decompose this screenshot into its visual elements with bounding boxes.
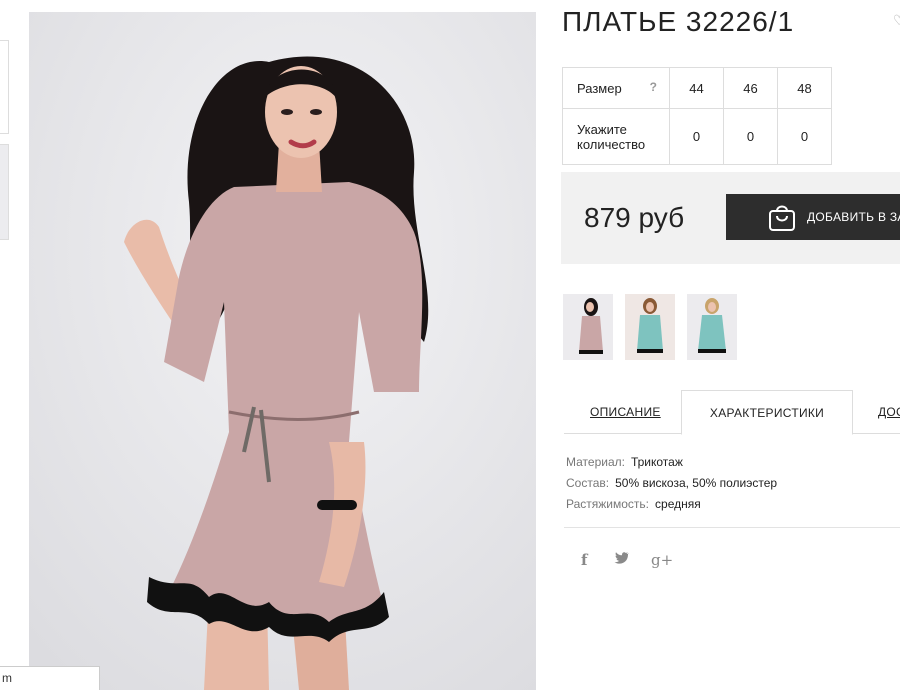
main-product-photo[interactable] — [29, 12, 536, 690]
size-44: 44 — [669, 67, 724, 109]
left-thumbnail-strip — [0, 40, 9, 240]
quantity-input-46[interactable]: 0 — [723, 108, 778, 165]
add-to-order-label: ДОБАВИТЬ В ЗАКАЗ — [807, 210, 900, 224]
size-row: Размер ? 44 46 48 — [562, 67, 832, 109]
buy-box: 879 руб ДОБАВИТЬ В ЗАКАЗ — [561, 172, 900, 264]
quantity-label-cell: Укажите количество — [562, 108, 670, 165]
spec-stretch: Растяжимость: средняя — [566, 494, 777, 515]
color-thumbnail-mint-2[interactable] — [687, 294, 737, 360]
social-divider — [564, 527, 900, 528]
tab-characteristics[interactable]: ХАРАКТЕРИСТИКИ — [681, 390, 853, 435]
color-thumbnail-mint-1[interactable] — [625, 294, 675, 360]
twitter-bird-shape — [614, 552, 629, 564]
shopping-bag-icon — [769, 205, 795, 231]
spec-material: Материал: Трикотаж — [566, 452, 777, 473]
size-46: 46 — [723, 67, 778, 109]
left-thumbnail-2[interactable] — [0, 144, 9, 240]
wishlist-icon[interactable]: ♡ — [893, 12, 900, 29]
quantity-row: Укажите количество 0 0 0 — [562, 108, 832, 165]
thumbnail-image — [687, 294, 737, 360]
product-tabs: ОПИСАНИЕ ХАРАКТЕРИСТИКИ ДОСТАВКА — [564, 390, 900, 435]
add-to-order-button[interactable]: ДОБАВИТЬ В ЗАКАЗ — [726, 194, 900, 240]
characteristics-list: Материал: Трикотаж Состав: 50% вискоза, 50… — [566, 452, 777, 515]
size-48: 48 — [777, 67, 832, 109]
size-label: Размер — [577, 80, 622, 96]
spec-value: средняя — [655, 497, 701, 511]
size-help-icon[interactable]: ? — [650, 80, 657, 94]
size-label-cell: Размер ? — [562, 67, 670, 109]
spec-key: Состав: — [566, 476, 610, 490]
quantity-label-line1: Укажите — [577, 121, 627, 137]
status-bar-text: m — [2, 671, 12, 685]
quantity-input-44[interactable]: 0 — [669, 108, 724, 165]
spec-key: Материал: — [566, 455, 625, 469]
browser-status-bar: m — [0, 666, 100, 690]
quantity-label-line2: количество — [577, 136, 646, 152]
spec-composition: Состав: 50% вискоза, 50% полиэстер — [566, 473, 777, 494]
spec-value: 50% вискоза, 50% полиэстер — [615, 476, 778, 490]
thumbnail-image — [563, 294, 613, 360]
twitter-icon[interactable] — [614, 551, 630, 569]
google-plus-icon[interactable]: g+ — [651, 551, 673, 569]
spec-value: Трикотаж — [630, 455, 683, 469]
tab-description[interactable]: ОПИСАНИЕ — [590, 390, 661, 434]
size-quantity-table: Размер ? 44 46 48 Укажите количество 0 0… — [562, 67, 832, 165]
product-price: 879 руб — [584, 202, 685, 233]
color-thumbnail-pink[interactable] — [563, 294, 613, 360]
left-thumbnail-1[interactable] — [0, 40, 9, 134]
thumbnail-image — [625, 294, 675, 360]
quantity-input-48[interactable]: 0 — [777, 108, 832, 165]
facebook-icon[interactable]: f — [581, 551, 587, 569]
tab-delivery[interactable]: ДОСТАВКА — [878, 390, 900, 434]
product-title: ПЛАТЬЕ 32226/1 — [562, 6, 795, 37]
spec-key: Растяжимость: — [566, 497, 650, 511]
model-in-dress-image — [29, 12, 536, 690]
